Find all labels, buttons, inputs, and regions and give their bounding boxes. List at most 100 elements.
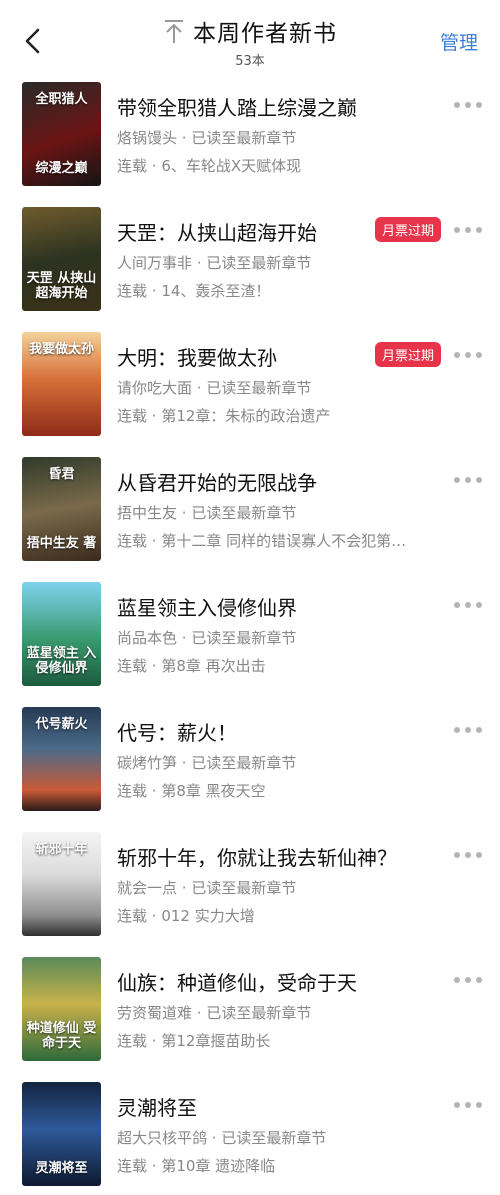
cover-top-text: 代号薪火 [35, 717, 88, 732]
monthly-ticket-badge: 月票过期 [375, 342, 442, 367]
separator-dot: · [147, 407, 162, 425]
book-meta: 就会一点 · 已读至最新章节 [117, 877, 296, 898]
book-title[interactable]: 带领全职猎人踏上综漫之巅 [117, 92, 357, 121]
book-item[interactable]: 种道修仙 受命于天 仙族：种道修仙，受命于天 劳资蜀道难 · 已读至最新章节 连载 ·… [0, 955, 500, 1080]
separator-dot: · [177, 629, 192, 647]
title-block: 本周作者新书 53本 [0, 14, 500, 69]
book-item[interactable]: 斩邪十年 斩邪十年，你就让我去斩仙神？ 就会一点 · 已读至最新章节 连载 · 012… [0, 830, 500, 955]
separator-dot: · [147, 782, 162, 800]
book-cover[interactable]: 我要做太孙 [22, 332, 101, 436]
read-status: 已读至最新章节 [191, 629, 297, 647]
book-author: 人间万事非 [117, 254, 193, 272]
serial-status: 连载 [117, 1157, 148, 1175]
book-title[interactable]: 蓝星领主入侵修仙界 [117, 592, 297, 621]
book-item[interactable]: 昏君 捂中生友 著从昏君开始的无限战争 捂中生友 · 已读至最新章节 连载 · 第十二… [0, 455, 500, 580]
book-item[interactable]: 代号薪火 代号：薪火！ 碳烤竹笋 · 已读至最新章节 连载 · 第8章 黑夜天空 [0, 705, 500, 830]
separator-dot: · [147, 282, 162, 300]
book-meta: 人间万事非 · 已读至最新章节 [117, 252, 311, 273]
book-item[interactable]: 蓝星领主 入侵修仙界 蓝星领主入侵修仙界 尚品本色 · 已读至最新章节 连载 · 第8… [0, 580, 500, 705]
book-title[interactable]: 代号：薪火！ [117, 717, 237, 746]
book-meta: 请你吃大面 · 已读至最新章节 [117, 377, 311, 398]
book-cover[interactable]: 蓝星领主 入侵修仙界 [22, 582, 101, 686]
book-cover[interactable]: 灵潮将至 [22, 1082, 101, 1186]
book-cover[interactable]: 代号薪火 [22, 707, 101, 811]
latest-chapter-title: 14、轰杀至渣！ [161, 282, 271, 300]
cover-title-text: 灵潮将至 [35, 1161, 88, 1176]
book-cover[interactable]: 种道修仙 受命于天 [22, 957, 101, 1061]
read-status: 已读至最新章节 [191, 754, 297, 772]
book-cover[interactable]: 斩邪十年 [22, 832, 101, 936]
book-item[interactable]: 全职猎人 综漫之巅 带领全职猎人踏上综漫之巅烙锅馒头 · 已读至最新章节 连载 · 6… [0, 80, 500, 205]
cover-top-text: 斩邪十年 [35, 842, 88, 857]
separator-dot: · [147, 532, 162, 550]
cover-top-text: 昏君 [48, 467, 75, 482]
serial-status: 连载 [117, 282, 148, 300]
book-item[interactable]: 天罡 从挟山超海开始 天罡：从挟山超海开始 人间万事非 · 已读至最新章节 连载 · … [0, 205, 500, 330]
cover-title-text: 捂中生友 著 [26, 536, 97, 551]
separator-dot: · [147, 657, 162, 675]
book-author: 请你吃大面 [117, 379, 193, 397]
top-bar: 本周作者新书 53本 管理 [0, 0, 500, 78]
latest-chapter: 连载 · 第十二章 同样的错误寡人不会犯第… [117, 530, 406, 551]
serial-status: 连载 [117, 657, 148, 675]
more-options-icon[interactable] [454, 850, 482, 860]
separator-dot: · [147, 1032, 162, 1050]
latest-chapter: 连载 · 012 实力大增 [117, 905, 255, 926]
serial-status: 连载 [117, 907, 148, 925]
separator-dot: · [192, 1004, 207, 1022]
pin-top-icon[interactable] [163, 17, 185, 45]
separator-dot: · [192, 254, 207, 272]
more-options-icon[interactable] [454, 225, 482, 235]
serial-status: 连载 [117, 407, 148, 425]
book-title[interactable]: 仙族：种道修仙，受命于天 [117, 967, 357, 996]
read-status: 已读至最新章节 [191, 129, 297, 147]
book-author: 就会一点 [117, 879, 178, 897]
book-cover[interactable]: 昏君 捂中生友 著 [22, 457, 101, 561]
latest-chapter-title: 第10章 遗迹降临 [161, 1157, 276, 1175]
separator-dot: · [147, 1157, 162, 1175]
book-title[interactable]: 天罡：从挟山超海开始 [117, 217, 317, 246]
latest-chapter: 连载 · 第10章 遗迹降临 [117, 1155, 275, 1176]
more-options-icon[interactable] [454, 350, 482, 360]
cover-title-text: 天罡 从挟山超海开始 [26, 271, 97, 301]
more-options-icon[interactable] [454, 725, 482, 735]
separator-dot: · [192, 379, 207, 397]
more-options-icon[interactable] [454, 475, 482, 485]
cover-title-text: 蓝星领主 入侵修仙界 [26, 646, 97, 676]
book-author: 劳资蜀道难 [117, 1004, 193, 1022]
book-item[interactable]: 灵潮将至 灵潮将至 超大只核平鸽 · 已读至最新章节 连载 · 第10章 遗迹降临 [0, 1080, 500, 1195]
book-meta: 捂中生友 · 已读至最新章节 [117, 502, 296, 523]
read-status: 已读至最新章节 [206, 254, 312, 272]
latest-chapter: 连载 · 6、车轮战X天赋体现 [117, 155, 301, 176]
more-options-icon[interactable] [454, 975, 482, 985]
read-status: 已读至最新章节 [206, 1004, 312, 1022]
book-title[interactable]: 灵潮将至 [117, 1092, 197, 1121]
book-cover[interactable]: 全职猎人 综漫之巅 [22, 82, 101, 186]
book-author: 碳烤竹笋 [117, 754, 178, 772]
monthly-ticket-badge: 月票过期 [375, 217, 442, 242]
book-title[interactable]: 大明：我要做太孙 [117, 342, 277, 371]
manage-button[interactable]: 管理 [440, 28, 478, 55]
latest-chapter: 连载 · 第12章：朱标的政治遗产 [117, 405, 330, 426]
separator-dot: · [177, 754, 192, 772]
cover-title-text: 综漫之巅 [35, 161, 88, 176]
book-meta: 烙锅馒头 · 已读至最新章节 [117, 127, 296, 148]
book-author: 超大只核平鸽 [117, 1129, 208, 1147]
more-options-icon[interactable] [454, 600, 482, 610]
book-author: 捂中生友 [117, 504, 178, 522]
book-cover[interactable]: 天罡 从挟山超海开始 [22, 207, 101, 311]
latest-chapter-title: 第8章 再次出击 [161, 657, 266, 675]
book-meta: 劳资蜀道难 · 已读至最新章节 [117, 1002, 311, 1023]
latest-chapter-title: 6、车轮战X天赋体现 [161, 157, 302, 175]
book-item[interactable]: 我要做太孙 大明：我要做太孙 请你吃大面 · 已读至最新章节 连载 · 第12章：朱标… [0, 330, 500, 455]
latest-chapter-title: 第8章 黑夜天空 [161, 782, 266, 800]
read-status: 已读至最新章节 [206, 379, 312, 397]
latest-chapter-title: 第12章揠苗助长 [161, 1032, 271, 1050]
more-options-icon[interactable] [454, 1100, 482, 1110]
book-title[interactable]: 从昏君开始的无限战争 [117, 467, 317, 496]
read-status: 已读至最新章节 [221, 1129, 327, 1147]
separator-dot: · [177, 879, 192, 897]
more-options-icon[interactable] [454, 100, 482, 110]
separator-dot: · [177, 504, 192, 522]
book-title[interactable]: 斩邪十年，你就让我去斩仙神？ [117, 842, 397, 871]
